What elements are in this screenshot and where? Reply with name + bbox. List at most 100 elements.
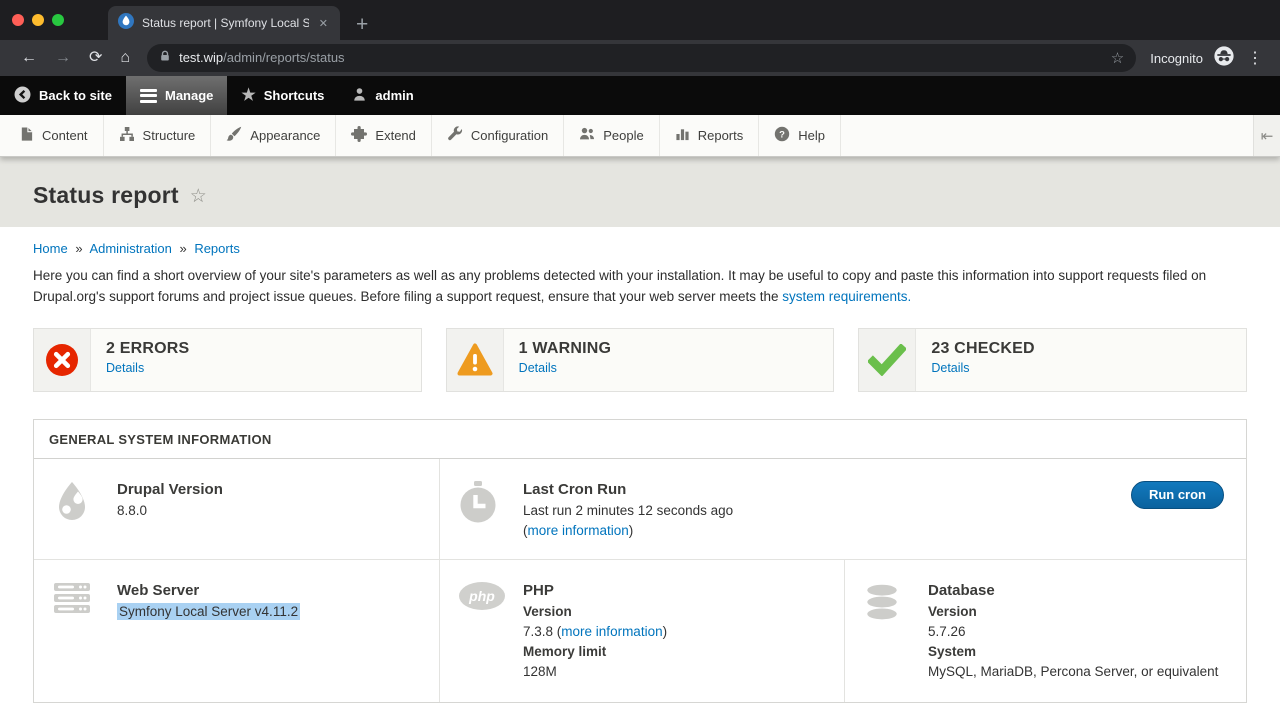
- manage-label: Manage: [165, 88, 213, 103]
- drupal-drop-icon: [52, 479, 96, 541]
- checked-card[interactable]: 23 CHECKED Details: [858, 328, 1247, 392]
- menu-bar-spacer: [841, 115, 1253, 156]
- section-heading: GENERAL SYSTEM INFORMATION: [34, 420, 1246, 459]
- back-circle-icon: [14, 86, 31, 106]
- cron-status: Last run 2 minutes 12 seconds ago: [523, 501, 1110, 521]
- error-card[interactable]: 2 ERRORS Details: [33, 328, 422, 392]
- cron-title: Last Cron Run: [523, 479, 1110, 501]
- collapse-arrow-icon: ⇤: [1261, 127, 1274, 145]
- back-to-site-label: Back to site: [39, 88, 112, 103]
- toolbar-collapse-button[interactable]: ⇤: [1253, 115, 1280, 156]
- bookmark-star-icon[interactable]: ☆: [1111, 49, 1124, 67]
- menu-item-label: Content: [42, 128, 88, 143]
- shortcuts-tab[interactable]: ★ Shortcuts: [227, 76, 338, 115]
- bar-chart-icon: [675, 126, 690, 145]
- cron-more-information-link[interactable]: more information: [528, 523, 629, 538]
- database-system-label: System: [928, 642, 1230, 662]
- hamburger-icon: [140, 89, 157, 103]
- breadcrumb-separator: »: [75, 241, 82, 256]
- shortcuts-label: Shortcuts: [264, 88, 325, 103]
- home-icon[interactable]: ⌂: [111, 50, 139, 66]
- paren: ): [629, 523, 634, 538]
- web-server-title: Web Server: [117, 580, 423, 602]
- database-system-value: MySQL, MariaDB, Percona Server, or equiv…: [928, 662, 1230, 682]
- tab-title: Status report | Symfony Local Se: [142, 16, 309, 30]
- browser-tab[interactable]: Status report | Symfony Local Se ✕: [108, 6, 340, 40]
- menu-item-help[interactable]: ? Help: [759, 115, 841, 156]
- php-version-value: 7.3.8: [523, 624, 553, 639]
- lock-icon: [159, 49, 171, 67]
- browser-menu-icon[interactable]: ⋮: [1235, 48, 1268, 68]
- breadcrumb-link-reports[interactable]: Reports: [194, 241, 240, 256]
- browser-tab-strip: Status report | Symfony Local Se ✕ +: [0, 0, 1280, 40]
- reload-icon[interactable]: ⟳: [80, 50, 111, 66]
- error-count: 2 ERRORS: [106, 340, 189, 358]
- people-icon: [579, 126, 595, 145]
- url-bar[interactable]: test.wip/admin/reports/status ☆: [147, 44, 1136, 72]
- php-title: PHP: [523, 580, 828, 602]
- menu-item-appearance[interactable]: Appearance: [211, 115, 336, 156]
- drupal-version-cell: Drupal Version 8.8.0: [34, 459, 440, 559]
- database-version-value: 5.7.26: [928, 622, 1230, 642]
- checked-count: 23 CHECKED: [931, 340, 1034, 358]
- incognito-icon: [1213, 45, 1235, 72]
- server-rack-icon: [52, 580, 96, 684]
- php-version-line: 7.3.8 (more information): [523, 622, 828, 642]
- page-header: Status report ☆: [0, 157, 1280, 227]
- checked-details-link[interactable]: Details: [931, 361, 1034, 375]
- stopwatch-icon: [458, 479, 502, 541]
- window-controls: [0, 0, 78, 40]
- back-to-site-link[interactable]: Back to site: [0, 76, 126, 115]
- paintbrush-icon: [226, 126, 242, 145]
- user-account-tab[interactable]: admin: [338, 76, 427, 115]
- php-memory-value: 128M: [523, 662, 828, 682]
- user-label: admin: [375, 88, 413, 103]
- error-details-link[interactable]: Details: [106, 361, 189, 375]
- minimize-window-button[interactable]: [32, 14, 44, 26]
- menu-item-people[interactable]: People: [564, 115, 659, 156]
- database-icon: [863, 580, 907, 684]
- person-icon: [352, 87, 367, 105]
- breadcrumb-link-administration[interactable]: Administration: [89, 241, 171, 256]
- paren: ): [663, 624, 668, 639]
- menu-item-reports[interactable]: Reports: [660, 115, 760, 156]
- menu-item-configuration[interactable]: Configuration: [432, 115, 564, 156]
- new-tab-button[interactable]: +: [356, 14, 368, 35]
- menu-item-structure[interactable]: Structure: [104, 115, 212, 156]
- forward-icon[interactable]: →: [46, 50, 80, 66]
- main-content: Home » Administration » Reports Here you…: [0, 241, 1280, 703]
- breadcrumb-link-home[interactable]: Home: [33, 241, 68, 256]
- puzzle-icon: [351, 126, 367, 145]
- check-icon: [859, 329, 916, 391]
- database-version-label: Version: [928, 602, 1230, 622]
- close-window-button[interactable]: [12, 14, 24, 26]
- back-icon[interactable]: ←: [12, 50, 46, 66]
- page-title: Status report: [33, 182, 179, 209]
- manage-tab[interactable]: Manage: [126, 76, 227, 115]
- web-server-value: Symfony Local Server v4.11.2: [117, 603, 300, 620]
- wrench-icon: [447, 126, 463, 145]
- favorite-star-icon[interactable]: ☆: [190, 182, 207, 208]
- menu-item-label: People: [603, 128, 643, 143]
- menu-item-extend[interactable]: Extend: [336, 115, 431, 156]
- menu-item-content[interactable]: Content: [0, 115, 104, 156]
- breadcrumb-separator: »: [179, 241, 186, 256]
- system-requirements-link[interactable]: system requirements.: [782, 289, 911, 304]
- php-more-information-link[interactable]: more information: [561, 624, 662, 639]
- star-icon: ★: [241, 88, 255, 104]
- tab-close-icon[interactable]: ✕: [317, 17, 330, 30]
- help-icon: ?: [774, 126, 790, 145]
- sitemap-icon: [119, 126, 135, 145]
- zoom-window-button[interactable]: [52, 14, 64, 26]
- php-cell: php PHP Version 7.3.8 (more information)…: [440, 560, 845, 702]
- warning-details-link[interactable]: Details: [519, 361, 611, 375]
- drupal-admin-bar: Back to site Manage ★ Shortcuts admin: [0, 76, 1280, 115]
- run-cron-button[interactable]: Run cron: [1131, 481, 1224, 509]
- drupal-version-value: 8.8.0: [117, 501, 423, 521]
- php-icon: php: [458, 580, 502, 684]
- warning-card[interactable]: 1 WARNING Details: [446, 328, 835, 392]
- menu-item-label: Extend: [375, 128, 415, 143]
- status-summary-cards: 2 ERRORS Details 1 WARNING Details 23 CH…: [33, 328, 1247, 392]
- svg-text:?: ?: [779, 129, 785, 140]
- menu-item-label: Configuration: [471, 128, 548, 143]
